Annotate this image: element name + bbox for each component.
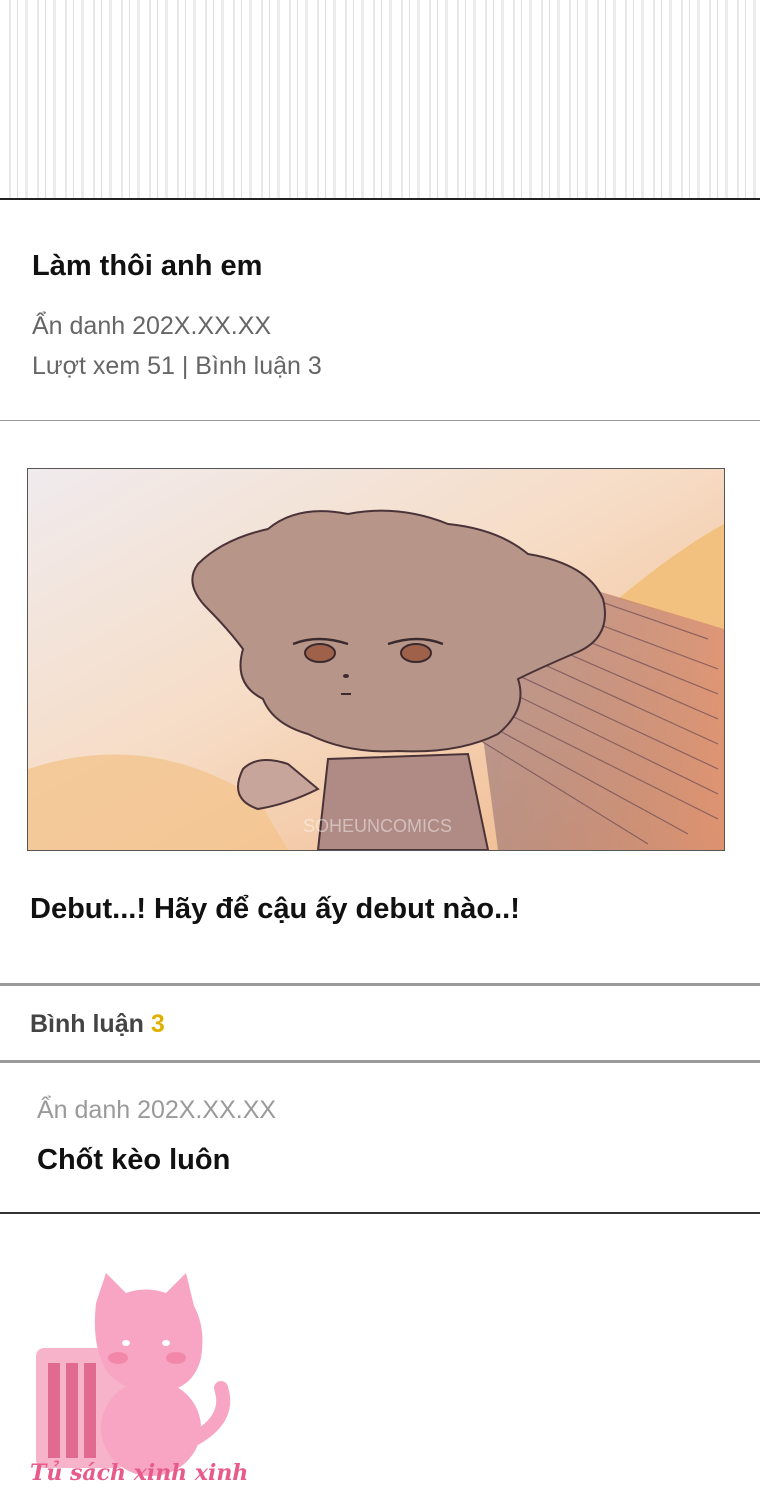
bear-character-illustration: SOHEUNCOMICS (28, 469, 724, 850)
post-author-date: Ẩn danh 202X.XX.XX (32, 312, 272, 340)
post-title: Làm thôi anh em (32, 250, 263, 282)
comment-text: Chốt kèo luôn (37, 1144, 231, 1176)
comment-author-date: Ẩn danh 202X.XX.XX (37, 1096, 277, 1124)
header-striped-banner (0, 0, 760, 200)
comments-count: 3 (150, 1010, 165, 1038)
cat-bookshelf-logo (36, 1273, 231, 1476)
image-watermark: SOHEUNCOMICS (303, 816, 452, 836)
comments-section-header: Bình luận 3 (0, 983, 760, 1063)
logo-text: Tủ sách xinh xinh (30, 1460, 249, 1486)
post-image: SOHEUNCOMICS (27, 468, 725, 851)
post-body-text: Debut...! Hãy để cậu ấy debut nào..! (30, 893, 520, 925)
comment-item: Ẩn danh 202X.XX.XX Chốt kèo luôn (0, 1066, 760, 1214)
comments-label: Bình luận 3 (30, 1010, 165, 1039)
post-stats: Lượt xem 51 | Bình luận 3 (32, 352, 322, 380)
post-header: Làm thôi anh em Ẩn danh 202X.XX.XX Lượt … (0, 202, 760, 421)
comments-label-text: Bình luận (30, 1010, 144, 1038)
